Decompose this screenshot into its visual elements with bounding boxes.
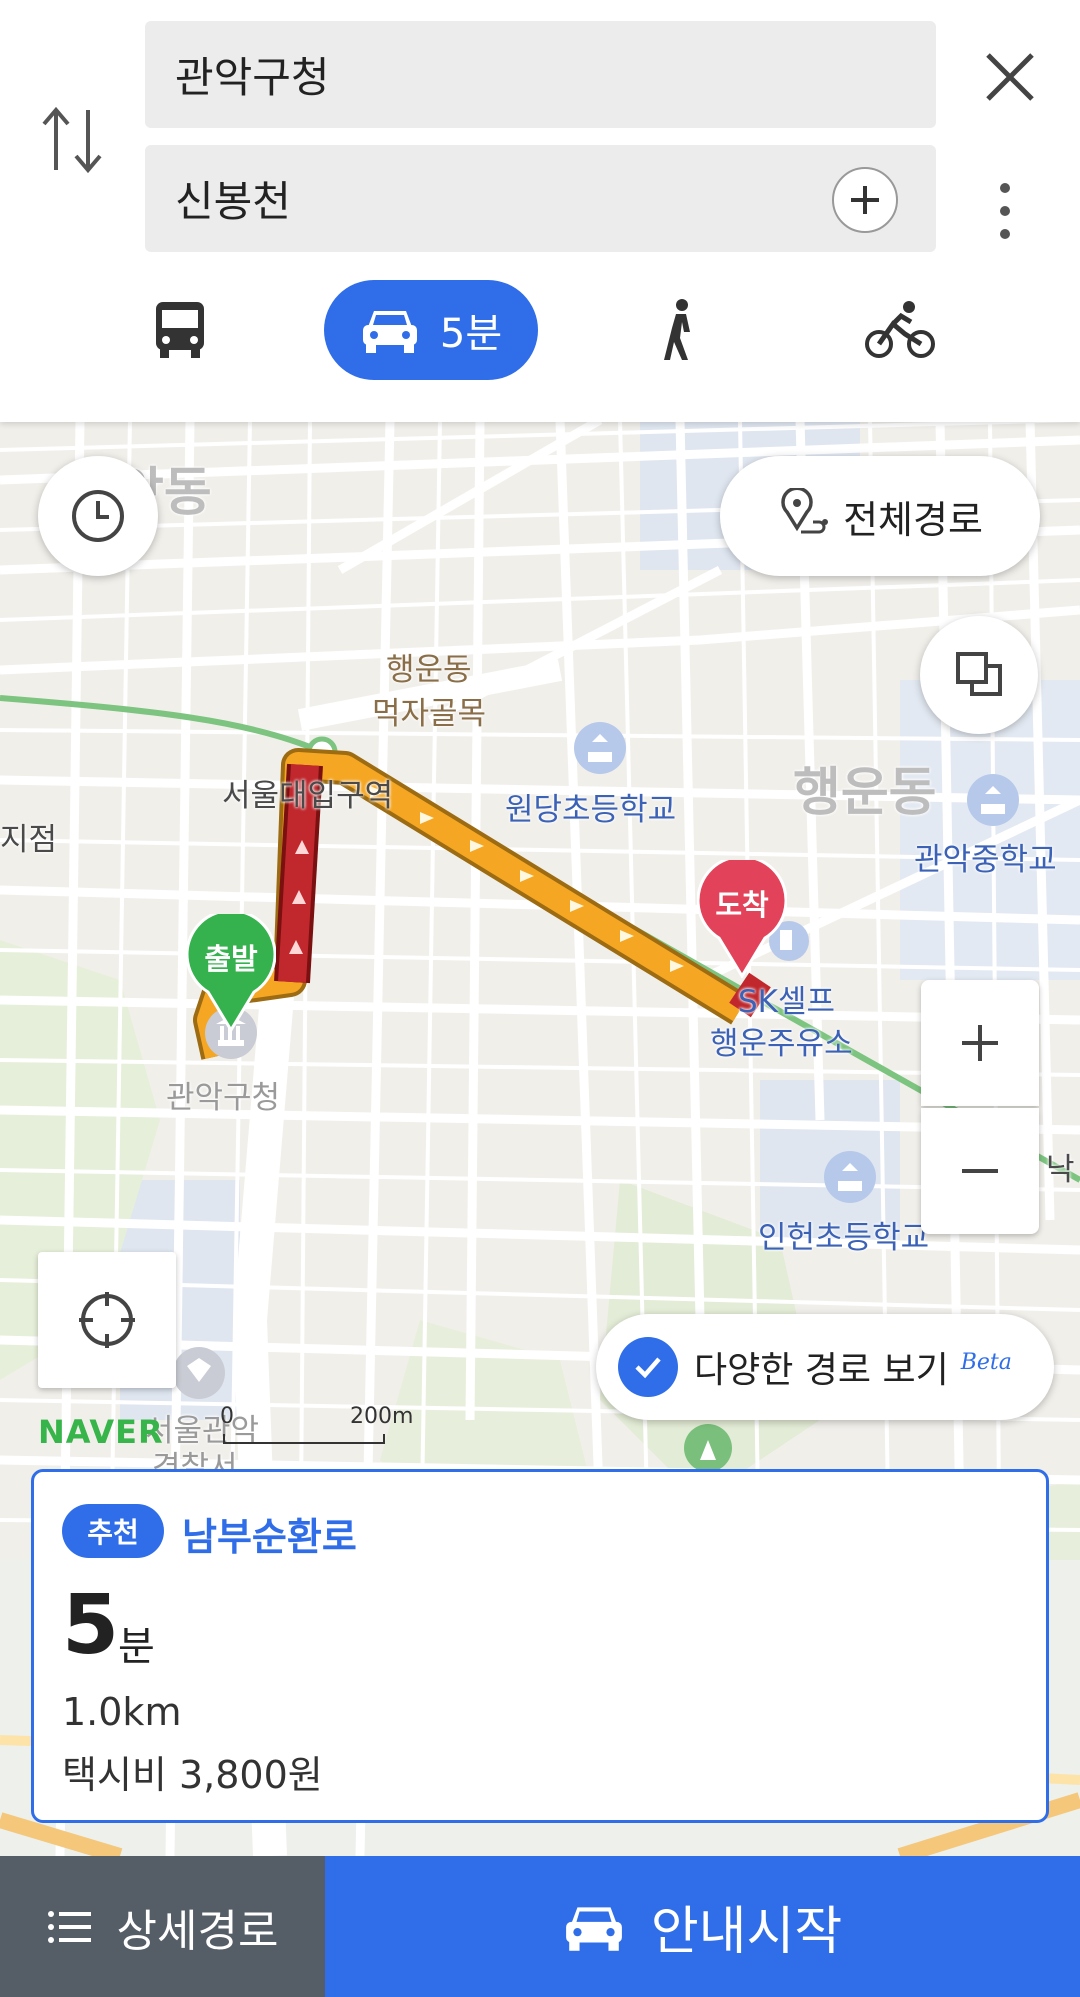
route-time-value: 5	[62, 1578, 120, 1673]
full-route-label: 전체경로	[843, 497, 983, 542]
start-navigation-label: 안내시작	[650, 1902, 843, 1962]
route-distance: 1.0km	[62, 1690, 182, 1734]
car-time-label: 5분	[439, 311, 503, 357]
map-label-nak: 낙	[1046, 1152, 1075, 1188]
destination-pin-label: 도착	[715, 888, 769, 922]
taxi-fare: 택시비 3,800원	[62, 1753, 323, 1797]
walk-icon	[664, 299, 690, 360]
minus-icon	[962, 1169, 998, 1173]
route-time-unit: 분	[118, 1624, 155, 1670]
route-name: 남부순환로	[182, 1515, 357, 1559]
map-label-inheon-school: 인헌초등학교	[758, 1220, 930, 1256]
scale-label: 200m	[350, 1404, 414, 1429]
zoom-out-button[interactable]	[921, 1108, 1039, 1234]
list-icon	[47, 1910, 91, 1943]
checkbox-checked-icon	[618, 1337, 678, 1397]
plus-icon	[851, 186, 879, 214]
tab-walk[interactable]	[630, 280, 730, 380]
map-label-gwanak-office: 관악구청	[166, 1080, 281, 1116]
start-navigation-button[interactable]: 안내시작	[325, 1856, 1080, 1997]
map-label-haengun-dong: 행운동	[793, 763, 937, 823]
layers-icon	[956, 652, 1002, 696]
start-pin-label: 출발	[204, 942, 258, 976]
map-label-jijeom: 지점	[0, 822, 58, 858]
swap-icon[interactable]	[38, 100, 108, 180]
route-summary-card[interactable]: 추천 남부순환로 5 분 1.0km 택시비 3,800원	[31, 1469, 1049, 1823]
current-location-button[interactable]	[38, 1252, 176, 1388]
transport-mode-tabs: 5분	[0, 280, 1080, 380]
destination-pin[interactable]: 도착	[696, 854, 788, 979]
bottom-action-bar: 상세경로 안내시작	[0, 1856, 1080, 1997]
map-label-station: 서울대입구역	[222, 778, 394, 814]
origin-field[interactable]: 관악구청	[145, 21, 936, 128]
tab-car[interactable]: 5분	[324, 280, 538, 380]
start-pin[interactable]: 출발	[185, 908, 277, 1033]
map-label-alley-2: 먹자골목	[372, 696, 487, 732]
tab-bike[interactable]	[850, 280, 950, 380]
origin-text: 관악구청	[175, 53, 330, 102]
map-label-alley-1: 행운동	[386, 652, 472, 688]
add-waypoint-button[interactable]	[832, 167, 898, 233]
beta-label: Beta	[960, 1349, 1012, 1375]
detail-route-button[interactable]: 상세경로	[0, 1856, 325, 1997]
layers-button[interactable]	[920, 616, 1038, 734]
destination-field[interactable]: 신봉천	[145, 145, 936, 252]
bus-icon	[156, 302, 204, 358]
locate-icon	[79, 1292, 135, 1348]
bicycle-icon	[865, 301, 935, 358]
detail-route-label: 상세경로	[116, 1905, 279, 1957]
route-pin-icon	[781, 488, 829, 534]
close-icon[interactable]	[978, 45, 1042, 109]
map-label-gwanak-middle: 관악중학교	[914, 842, 1057, 878]
map-label-sk-1: SK셀프	[738, 984, 836, 1020]
scale-bar	[223, 1434, 385, 1444]
zoom-in-button[interactable]	[921, 980, 1039, 1106]
plus-icon	[962, 1025, 998, 1061]
clock-icon	[72, 490, 124, 542]
destination-text: 신봉천	[175, 177, 291, 226]
more-options-icon[interactable]	[990, 178, 1020, 244]
scale-zero: 0	[220, 1404, 234, 1429]
route-search-header: 관악구청 신봉천 5분	[0, 0, 1080, 422]
varied-routes-label: 다양한 경로 보기	[694, 1350, 949, 1391]
map-label-sk-2: 행운주유소	[710, 1026, 853, 1062]
car-icon	[362, 311, 417, 353]
tab-transit[interactable]	[130, 280, 230, 380]
full-route-button[interactable]: 전체경로	[720, 456, 1040, 576]
map-label-wondang-school: 원당초등학교	[505, 792, 677, 828]
varied-routes-toggle[interactable]: 다양한 경로 보기 Beta	[596, 1314, 1054, 1420]
recommended-badge: 추천	[62, 1504, 164, 1558]
naver-logo: NAVER	[38, 1413, 164, 1451]
departure-time-button[interactable]	[38, 456, 158, 576]
car-icon	[565, 1906, 622, 1951]
